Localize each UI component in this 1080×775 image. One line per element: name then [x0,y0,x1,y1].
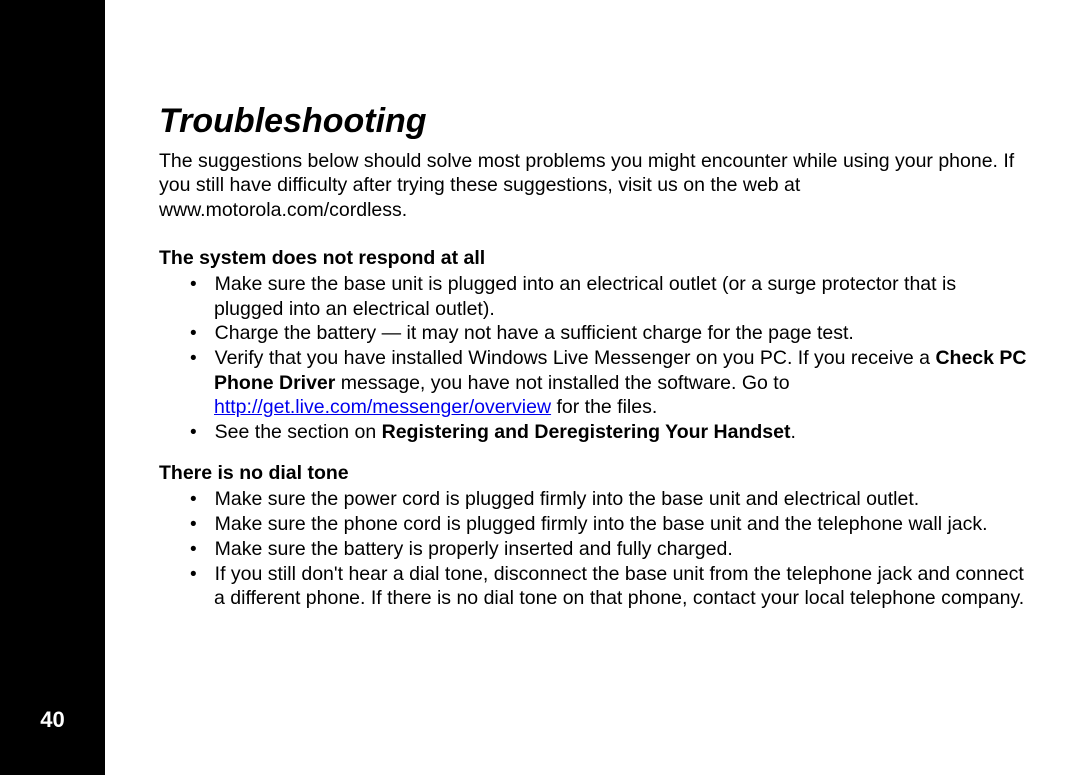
list-text: message, you have not installed the soft… [335,372,789,394]
section1-title: The system does not respond at all [159,247,1030,270]
list-text: Make sure the battery is properly insert… [215,538,733,560]
page-heading: Troubleshooting [159,102,1030,141]
section2-list: Make sure the power cord is plugged firm… [159,487,1030,610]
bold-text: Registering and Deregistering Your Hands… [382,421,791,443]
section2-title: There is no dial tone [159,462,1030,485]
list-text: Charge the battery — it may not have a s… [215,322,854,344]
list-text: Make sure the phone cord is plugged firm… [215,513,988,535]
sidebar: T3150 User Guide 40 [0,0,105,775]
content-area: Troubleshooting The suggestions below sh… [105,0,1080,775]
list-text: Make sure the base unit is plugged into … [214,273,956,320]
intro-paragraph: The suggestions below should solve most … [159,149,1030,222]
list-text: for the files. [551,396,657,418]
section1-list: Make sure the base unit is plugged into … [159,272,1030,444]
list-item: See the section on Registering and Dereg… [159,420,1030,445]
list-item: Make sure the phone cord is plugged firm… [159,512,1030,537]
link-text[interactable]: http://get.live.com/messenger/overview [214,396,551,418]
list-text: Make sure the power cord is plugged firm… [215,488,920,510]
list-item: Make sure the base unit is plugged into … [159,272,1030,321]
list-text: . [790,421,795,443]
list-text: Verify that you have installed Windows L… [215,347,936,369]
list-text: If you still don't hear a dial tone, dis… [214,563,1024,610]
list-item: If you still don't hear a dial tone, dis… [159,562,1030,611]
list-item: Make sure the power cord is plugged firm… [159,487,1030,512]
list-item: Charge the battery — it may not have a s… [159,321,1030,346]
page-number: 40 [0,707,105,733]
list-item: Verify that you have installed Windows L… [159,346,1030,420]
list-text: See the section on [215,421,382,443]
list-item: Make sure the battery is properly insert… [159,537,1030,562]
